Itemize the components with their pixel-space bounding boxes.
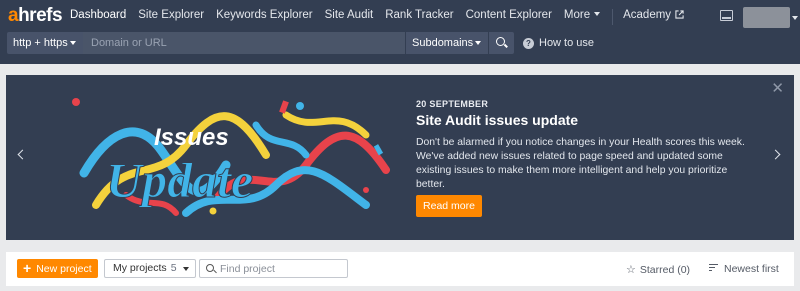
nav-rank-tracker[interactable]: Rank Tracker — [385, 9, 453, 25]
sort-icon — [709, 264, 718, 272]
sort-select[interactable]: Newest first — [709, 263, 779, 275]
announcement-body: Don't be alarmed if you notice changes i… — [416, 137, 745, 190]
star-icon: ☆ — [626, 264, 636, 276]
my-projects-select[interactable]: My projects 5 — [104, 259, 196, 278]
announcement-banner: ✕ Issues Update 20 SEPTEMBER Site Audit … — [6, 75, 794, 240]
chevron-left-icon[interactable] — [17, 149, 28, 160]
plus-icon: + — [23, 260, 32, 276]
nav-more[interactable]: More — [563, 9, 601, 25]
my-projects-label: My projects — [113, 262, 167, 274]
nav-dashboard[interactable]: Dashboard — [70, 9, 126, 25]
sort-label: Newest first — [724, 263, 779, 275]
nav-keywords-explorer[interactable]: Keywords Explorer — [216, 9, 313, 25]
chevron-down-icon — [594, 12, 601, 16]
avatar[interactable] — [743, 7, 790, 28]
chevron-down-icon — [475, 41, 481, 45]
main-nav: Dashboard Site Explorer Keywords Explore… — [70, 9, 696, 25]
project-count: 5 — [170, 262, 177, 274]
how-to-use-link[interactable]: ? How to use — [523, 37, 594, 49]
projects-toolbar: + New project My projects5 ☆Starred (0) N… — [6, 252, 794, 286]
external-link-icon — [675, 10, 684, 19]
search-icon — [206, 264, 214, 272]
art-word-issues: Issues — [154, 124, 229, 151]
announcement-title: Site Audit issues update — [416, 112, 579, 128]
chevron-right-icon[interactable] — [770, 149, 781, 160]
read-more-button[interactable]: Read more — [416, 195, 482, 217]
issues-update-illustration: Issues Update — [72, 98, 390, 217]
nav-site-audit[interactable]: Site Audit — [325, 9, 374, 25]
ahrefs-logo[interactable]: ahrefs — [8, 5, 63, 27]
find-project-input[interactable] — [220, 261, 340, 276]
monitor-icon[interactable] — [720, 10, 733, 21]
starred-label: Starred (0) — [639, 264, 691, 276]
nav-academy-label: Academy — [623, 9, 672, 21]
top-bar: ahrefs Dashboard Site Explorer Keywords … — [0, 0, 800, 64]
question-icon: ? — [523, 37, 534, 49]
art-word-update: Update — [106, 152, 253, 208]
domain-url-input[interactable] — [83, 32, 405, 54]
nav-divider — [612, 9, 614, 25]
new-project-label: New project — [36, 263, 92, 275]
how-to-use-label: How to use — [539, 37, 595, 49]
search-bar: http + https Subdomains — [7, 32, 514, 54]
mode-value: Subdomains — [412, 37, 474, 49]
nav-more-label: More — [563, 9, 591, 21]
nav-site-explorer[interactable]: Site Explorer — [138, 9, 204, 25]
chevron-down-icon — [183, 267, 189, 271]
chevron-down-icon — [70, 41, 76, 45]
find-project-field[interactable] — [199, 259, 348, 278]
announcement-date: 20 SEPTEMBER — [416, 99, 489, 109]
starred-filter[interactable]: ☆ Starred (0) — [626, 263, 690, 276]
protocol-value: http + https — [13, 37, 68, 49]
close-icon[interactable]: ✕ — [771, 81, 784, 96]
nav-content-explorer[interactable]: Content Explorer — [466, 9, 552, 25]
search-icon — [496, 37, 505, 46]
nav-academy[interactable]: Academy — [623, 9, 684, 25]
mode-select[interactable]: Subdomains — [406, 32, 488, 54]
protocol-select[interactable]: http + https — [7, 32, 83, 54]
new-project-button[interactable]: + New project — [17, 259, 98, 278]
search-button[interactable] — [489, 32, 514, 54]
chevron-down-icon[interactable] — [792, 16, 798, 20]
